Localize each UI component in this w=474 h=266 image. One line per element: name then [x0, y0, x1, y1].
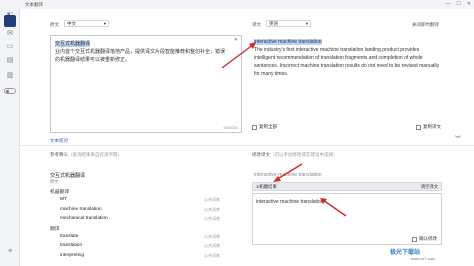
source-selected-text: 交互式机器翻译 [55, 41, 91, 47]
checkbox-icon [416, 124, 421, 130]
reference-header-label: 参考释义 [50, 152, 68, 157]
machine-result-button[interactable]: 1/机翻结果 [256, 184, 277, 190]
edit-translation-value: interactive machine translation [256, 199, 324, 205]
reference-source: 公共词库 [204, 234, 220, 240]
reference-subheader: 原文 [50, 179, 240, 185]
maximize-icon[interactable]: ☐ [456, 1, 460, 7]
target-body-text: The industry's first interactive machine… [254, 47, 440, 77]
target-lang-select[interactable]: 英语 ▾ [266, 20, 311, 27]
edit-header: 修改译文（可以手动修改或在建议中选择） [252, 152, 338, 158]
reference-item[interactable]: machine translation 公共词库 [60, 207, 250, 212]
reference-source: 公共词库 [204, 206, 220, 212]
char-count: 60/5000 [223, 125, 238, 130]
section-divider [20, 145, 474, 146]
close-icon[interactable]: ✕ [467, 1, 471, 7]
collapse-icon[interactable]: ︾ [455, 134, 461, 143]
copy-all-checkbox[interactable]: 复制全部 [252, 124, 277, 130]
reference-item[interactable]: interpreting 公共词库 [60, 253, 250, 258]
reference-item[interactable]: mechanical translation 公共词库 [60, 216, 250, 221]
source-text[interactable]: 交互式机器翻译 业内首个交互式机器翻译落地产品，提供译文片段智能推荐和整句补全，… [55, 40, 225, 64]
clear-translation-button[interactable]: 清空译文 [421, 184, 438, 190]
reference-source: 公共词库 [204, 197, 220, 203]
source-lang-label: 原文 [50, 22, 59, 27]
document-icon[interactable]: ▤ [5, 56, 15, 65]
reference-text: 翻译 [50, 227, 60, 232]
reference-item[interactable]: translation 公共词库 [60, 243, 250, 248]
window-title: 文本翻译 [25, 2, 43, 7]
reference-text: 机器翻译 [50, 190, 70, 196]
reference-text: translate [60, 234, 79, 240]
annotation-arrow-top [221, 42, 256, 69]
copy-translation-label: 复制译文 [423, 124, 441, 129]
watermark-logo: 极光下载站 [390, 250, 421, 256]
file-translate-link[interactable]: 文本校对 [50, 138, 68, 144]
reference-header-sub: （查询结果来自有道字典） [68, 152, 122, 157]
source-lang-select[interactable]: 中文 ▾ [64, 20, 109, 27]
window-controls: — ☐ ✕ [445, 1, 471, 7]
checkbox-icon [412, 236, 417, 242]
minimize-icon[interactable]: — [445, 1, 450, 7]
reference-text: machine translation [60, 206, 102, 212]
source-body-text: 业内首个交互式机器翻译落地产品，提供译文片段智能推荐和整句补全，错误的机器翻译结… [55, 49, 226, 63]
menu-icon[interactable]: ≡ [5, 247, 15, 256]
source-text-area[interactable]: 交互式机器翻译 业内首个交互式机器翻译落地产品，提供译文片段智能推荐和整句补全，… [50, 35, 242, 133]
reference-text: 原文 [50, 179, 59, 184]
reference-text: MT [60, 197, 67, 203]
edit-header-sub: （可以手动修改或在建议中选择） [270, 152, 338, 157]
checkbox-icon [252, 124, 257, 130]
reference-source: 公共词库 [204, 243, 220, 249]
reference-category: 机器翻译 [50, 188, 240, 195]
reference-category: 翻译 [50, 225, 240, 232]
title-bar: 文本翻译 — ☐ ✕ [0, 0, 474, 9]
folder-icon[interactable]: ▭ [5, 42, 15, 51]
reference-source: 公共词库 [204, 252, 220, 258]
copy-translation-checkbox[interactable]: 复制译文 [416, 124, 441, 130]
target-selected-text: interactive machine translation [254, 39, 322, 45]
close-instant-translate-link[interactable]: 关闭即时翻译 [412, 22, 439, 28]
edit-header-label: 修改译文 [252, 152, 270, 157]
copy-all-label: 复制全部 [259, 124, 277, 129]
reference-text: mechanical translation [60, 215, 108, 221]
book-icon[interactable]: ▥ [5, 71, 15, 80]
reference-text: translation [60, 243, 83, 249]
confirm-edit-checkbox[interactable]: 确认修改 [412, 236, 437, 242]
confirm-edit-label: 确认修改 [419, 236, 437, 241]
reference-text: interpreting [60, 252, 84, 258]
chevron-down-icon: ▾ [305, 21, 308, 26]
sidebar: ◧ ✉ ▭ ▤ ▥ ≡ [0, 9, 20, 266]
target-lang-label: 译文 [252, 22, 261, 27]
translate-icon[interactable]: ✉ [5, 29, 15, 38]
reference-item[interactable]: translate 公共词库 [60, 234, 250, 239]
sidebar-item-text-translate[interactable] [4, 15, 16, 27]
reference-source: 公共词库 [204, 215, 220, 221]
reference-title: 交互式机器翻译 [50, 173, 86, 179]
reference-item[interactable]: MT 公共词库 [60, 197, 250, 202]
toggle-icon[interactable] [4, 88, 16, 94]
annotation-arrow-middle [273, 163, 303, 182]
target-lang-value: 英语 [269, 21, 278, 26]
reference-header: 参考释义（查询结果来自有道字典） [50, 152, 122, 158]
target-text: interactive machine translation The indu… [254, 38, 440, 78]
annotation-arrow-bottom [320, 198, 347, 217]
source-lang-value: 中文 [67, 21, 76, 26]
chevron-down-icon: ▾ [103, 21, 106, 26]
watermark-url: www.xz7.com [411, 256, 436, 261]
